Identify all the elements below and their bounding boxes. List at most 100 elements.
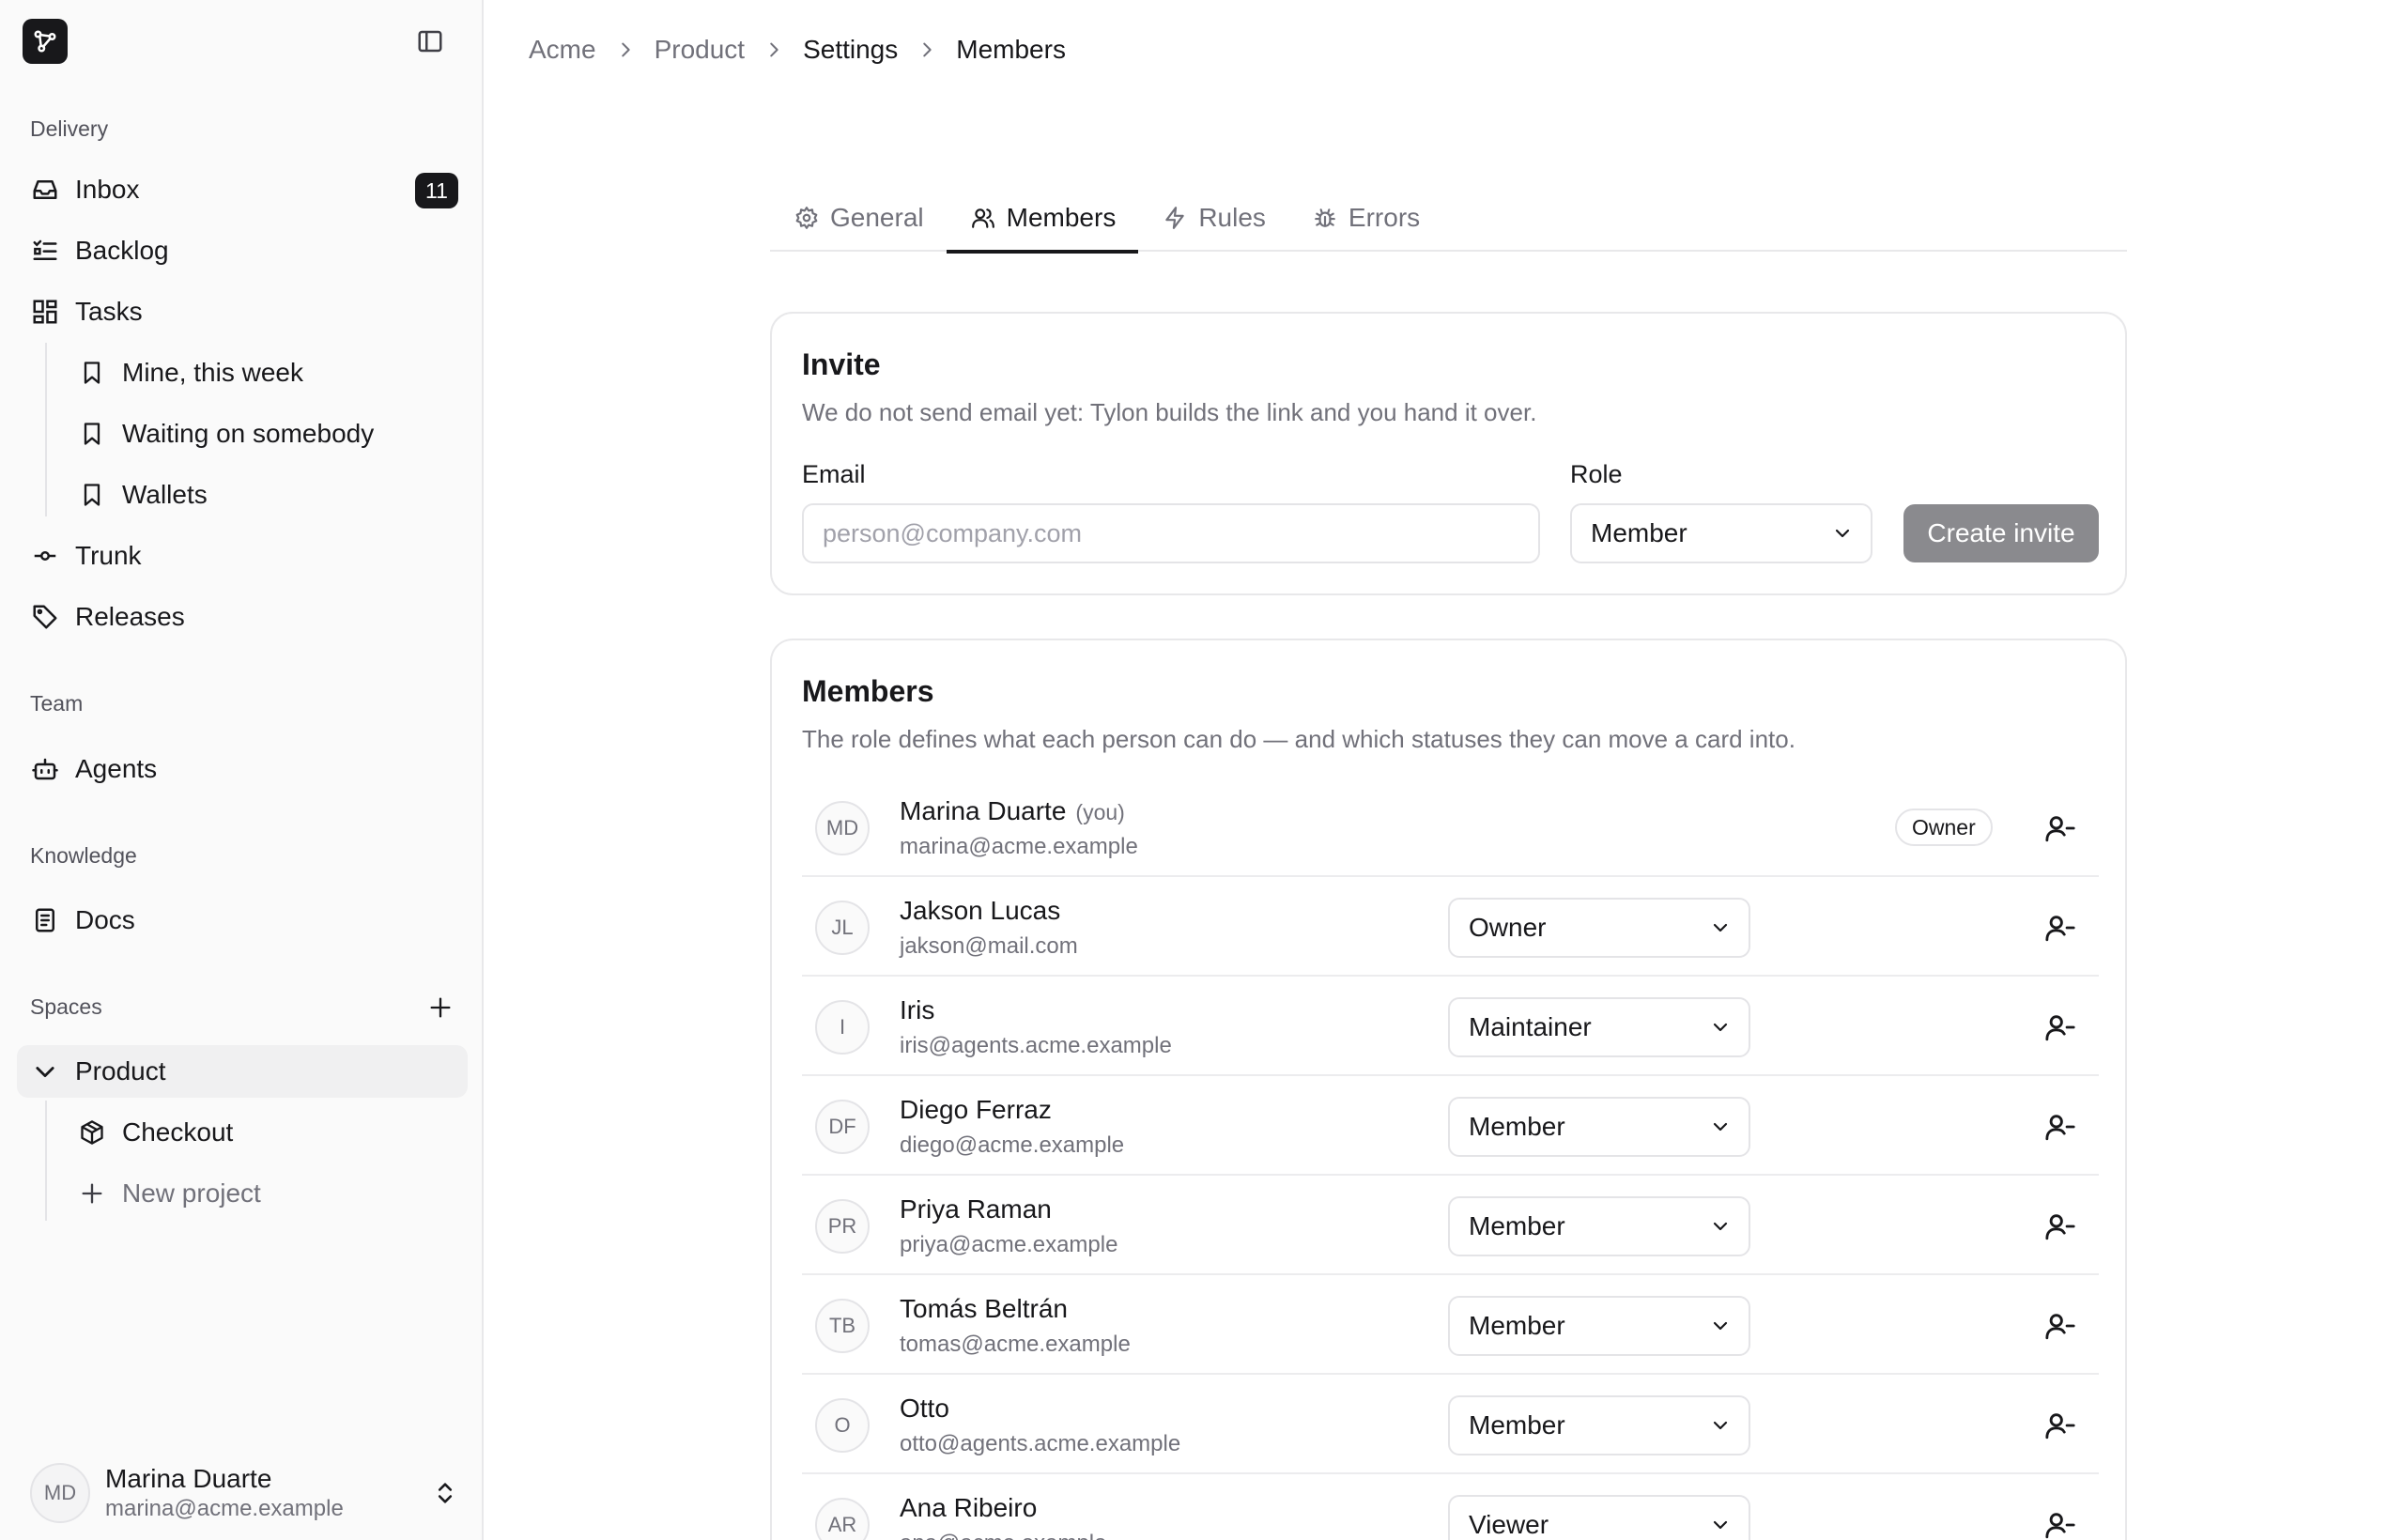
tab-members[interactable]: Members — [946, 184, 1139, 254]
remove-user-icon[interactable] — [2042, 909, 2079, 947]
remove-user-icon[interactable] — [2042, 1307, 2079, 1345]
create-invite-button[interactable]: Create invite — [1903, 504, 2099, 562]
bookmark-icon — [77, 480, 107, 510]
member-email: iris@agents.acme.example — [900, 1033, 1172, 1058]
chevron-down-icon — [1707, 1313, 1734, 1339]
commit-icon — [30, 541, 60, 571]
chevron-right-icon — [911, 34, 943, 66]
email-field[interactable] — [802, 503, 1540, 563]
breadcrumb-settings[interactable]: Settings — [803, 35, 898, 65]
bug-icon — [1311, 204, 1339, 232]
member-role-select[interactable]: Member — [1448, 1196, 1750, 1256]
inbox-count-badge: 11 — [415, 173, 458, 208]
sidebar-item-wallets[interactable]: Wallets — [64, 469, 468, 521]
member-name: Ana Ribeiro — [900, 1493, 1038, 1522]
you-label: (you) — [1075, 800, 1125, 824]
role-label: Role — [1570, 460, 1623, 488]
sidebar-item-tasks[interactable]: Tasks — [17, 285, 468, 338]
sidebar-item-docs[interactable]: Docs — [17, 894, 468, 947]
member-role-select[interactable]: Maintainer — [1448, 997, 1750, 1057]
member-row: PR Priya Raman priya@acme.example Member — [802, 1176, 2099, 1275]
sidebar-item-label: Inbox — [75, 175, 140, 204]
breadcrumb-product[interactable]: Product — [655, 35, 746, 65]
remove-user-icon[interactable] — [2042, 1208, 2079, 1245]
role-badge: Owner — [1895, 808, 1993, 846]
tab-errors[interactable]: Errors — [1288, 184, 1442, 252]
sidebar-item-label: Releases — [75, 602, 185, 631]
users-icon — [969, 204, 997, 232]
sidebar-item-mine-this-week[interactable]: Mine, this week — [64, 346, 468, 399]
sidebar-item-label: Checkout — [122, 1117, 234, 1147]
tab-label: General — [830, 203, 924, 232]
member-row: TB Tomás Beltrán tomas@acme.example Memb… — [802, 1275, 2099, 1375]
chevron-up-down-icon[interactable] — [428, 1476, 462, 1510]
sidebar-toggle-icon[interactable] — [413, 24, 447, 58]
remove-user-icon[interactable] — [2042, 1407, 2079, 1444]
remove-user-icon[interactable] — [2042, 1108, 2079, 1146]
sidebar-item-waiting-on-somebody[interactable]: Waiting on somebody — [64, 408, 468, 460]
member-name: Priya Raman — [900, 1194, 1052, 1224]
member-name: Diego Ferraz — [900, 1095, 1052, 1124]
plus-icon — [77, 1178, 107, 1209]
avatar: JL — [815, 901, 870, 955]
member-row: AR Ana Ribeiro ana@acme.example Viewer — [802, 1474, 2099, 1540]
sidebar-item-label: Mine, this week — [122, 358, 303, 387]
role-select-value: Member — [1469, 1112, 1565, 1141]
chevron-down-icon — [1707, 1014, 1734, 1040]
breadcrumb-members: Members — [956, 35, 1066, 64]
sidebar-item-backlog[interactable]: Backlog — [17, 224, 468, 277]
member-email: marina@acme.example — [900, 834, 1138, 859]
tab-label: Members — [1006, 203, 1117, 232]
invite-description: We do not send email yet: Tylon builds t… — [802, 398, 1537, 426]
tab-label: Rules — [1198, 203, 1266, 232]
sidebar-item-label: Agents — [75, 754, 158, 783]
role-select-value: Member — [1469, 1311, 1565, 1340]
sidebar-item-new-project[interactable]: New project — [64, 1167, 468, 1220]
role-select-value: Owner — [1469, 913, 1547, 942]
member-name: Iris — [900, 995, 935, 1024]
list-check-icon — [30, 236, 60, 266]
sidebar-item-agents[interactable]: Agents — [17, 743, 468, 795]
logo[interactable] — [23, 19, 68, 64]
role-select-value: Maintainer — [1469, 1012, 1592, 1041]
remove-user-icon[interactable] — [2042, 1009, 2079, 1046]
sidebar-item-checkout[interactable]: Checkout — [64, 1106, 468, 1159]
sidebar-item-product[interactable]: Product — [17, 1045, 468, 1098]
user-email: marina@acme.example — [105, 1496, 344, 1521]
sidebar-item-label: Docs — [75, 905, 135, 934]
member-role-select[interactable]: Owner — [1448, 898, 1750, 958]
tab-rules[interactable]: Rules — [1138, 184, 1288, 252]
sidebar-item-label: Wallets — [122, 480, 208, 509]
member-role-select[interactable]: Member — [1448, 1296, 1750, 1356]
role-select[interactable]: Member — [1570, 503, 1872, 563]
sidebar-item-label: New project — [122, 1178, 261, 1208]
bookmark-icon — [77, 419, 107, 449]
tab-general[interactable]: General — [770, 184, 947, 252]
sidebar-item-releases[interactable]: Releases — [17, 591, 468, 643]
remove-user-icon[interactable] — [2042, 809, 2079, 847]
tree-line — [45, 343, 47, 516]
add-space-plus-icon[interactable] — [424, 992, 456, 1024]
chevron-down-icon — [30, 1056, 60, 1086]
member-row: DF Diego Ferraz diego@acme.example Membe… — [802, 1076, 2099, 1176]
avatar: MD — [30, 1463, 90, 1523]
member-role-select[interactable]: Member — [1448, 1395, 1750, 1455]
chevron-down-icon — [1707, 1412, 1734, 1439]
sidebar-item-label: Tasks — [75, 297, 143, 326]
chevron-down-icon — [1707, 915, 1734, 941]
sidebar-item-inbox[interactable]: Inbox 11 — [17, 163, 468, 216]
member-name: Otto — [900, 1394, 949, 1423]
sidebar-item-trunk[interactable]: Trunk — [17, 530, 468, 582]
member-name: Tomás Beltrán — [900, 1294, 1068, 1323]
member-email: tomas@acme.example — [900, 1332, 1131, 1357]
member-role-select[interactable]: Member — [1448, 1097, 1750, 1157]
user-name: Marina Duarte — [105, 1464, 272, 1493]
member-row: I Iris iris@agents.acme.example Maintain… — [802, 977, 2099, 1076]
user-menu[interactable]: MD Marina Duarte marina@acme.example — [30, 1461, 462, 1525]
remove-user-icon[interactable] — [2042, 1506, 2079, 1540]
member-role-select[interactable]: Viewer — [1448, 1495, 1750, 1540]
sidebar: Delivery Inbox 11 Backlog Tasks Mine, th… — [0, 0, 484, 1540]
breadcrumb-acme[interactable]: Acme — [529, 35, 596, 65]
invite-card: Invite We do not send email yet: Tylon b… — [770, 312, 2127, 595]
sidebar-item-label: Backlog — [75, 236, 169, 265]
